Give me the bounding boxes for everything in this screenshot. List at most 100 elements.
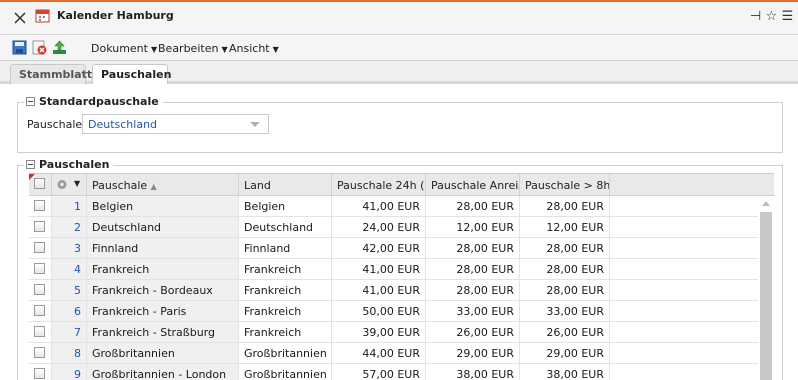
row-pauschale-anreise[interactable]: 26,00 EUR	[426, 322, 520, 342]
row-pauschale-24h[interactable]: 39,00 EUR	[332, 322, 426, 342]
column-header-land[interactable]: Land	[239, 174, 332, 196]
tab-stammblatt[interactable]: Stammblatt	[10, 64, 92, 84]
row-pauschale[interactable]: Großbritannien - London	[87, 364, 239, 380]
star-icon[interactable]: ☆	[765, 9, 778, 25]
column-header-pauschale-24h[interactable]: Pauschale 24h (ab	[332, 174, 426, 196]
row-pauschale-anreise[interactable]: 28,00 EUR	[426, 196, 520, 216]
row-pauschale-8h[interactable]: 26,00 EUR	[520, 322, 610, 342]
column-header-pauschale[interactable]: Pauschale ▲	[87, 174, 239, 196]
row-land[interactable]: Großbritannien	[239, 364, 332, 380]
row-land[interactable]: Großbritannien	[239, 343, 332, 363]
row-number[interactable]: 8	[52, 343, 87, 363]
row-pauschale-8h[interactable]: 28,00 EUR	[520, 280, 610, 300]
row-checkbox[interactable]	[34, 347, 45, 358]
row-pauschale-anreise[interactable]: 38,00 EUR	[426, 364, 520, 380]
upload-icon[interactable]	[52, 40, 67, 55]
scrollbar-thumb[interactable]	[760, 212, 772, 380]
row-pauschale-anreise[interactable]: 28,00 EUR	[426, 280, 520, 300]
row-checkbox[interactable]	[34, 200, 45, 211]
row-pauschale-anreise[interactable]: 28,00 EUR	[426, 259, 520, 279]
menu-icon[interactable]: ☰	[781, 9, 794, 25]
table-row[interactable]: 8 Großbritannien Großbritannien 44,00 EUR 29…	[29, 343, 774, 364]
row-pauschale-8h[interactable]: 28,00 EUR	[520, 196, 610, 216]
row-land[interactable]: Finnland	[239, 238, 332, 258]
menu-bearbeiten[interactable]: Bearbeiten ▼	[158, 42, 228, 55]
row-land[interactable]: Frankreich	[239, 301, 332, 321]
collapse-icon[interactable]	[26, 160, 35, 169]
row-pauschale[interactable]: Großbritannien	[87, 343, 239, 363]
row-pauschale-24h[interactable]: 41,00 EUR	[332, 259, 426, 279]
row-number[interactable]: 7	[52, 322, 87, 342]
row-checkbox[interactable]	[34, 263, 45, 274]
table-row[interactable]: 1 Belgien Belgien 41,00 EUR 28,00 EUR 28,00 E…	[29, 196, 774, 217]
save-icon[interactable]	[12, 40, 27, 55]
row-pauschale-anreise[interactable]: 12,00 EUR	[426, 217, 520, 237]
row-pauschale-8h[interactable]: 33,00 EUR	[520, 301, 610, 321]
row-pauschale[interactable]: Frankreich - Paris	[87, 301, 239, 321]
row-pauschale[interactable]: Frankreich	[87, 259, 239, 279]
row-land[interactable]: Belgien	[239, 196, 332, 216]
collapse-icon[interactable]	[26, 97, 35, 106]
row-land[interactable]: Frankreich	[239, 280, 332, 300]
dropdown-arrow-icon[interactable]	[250, 122, 260, 127]
row-number[interactable]: 2	[52, 217, 87, 237]
gear-icon[interactable]	[56, 178, 70, 191]
table-row[interactable]: 7 Frankreich - Straßburg Frankreich 39,00 E…	[29, 322, 774, 343]
table-row[interactable]: 9 Großbritannien - London Großbritannien 57…	[29, 364, 774, 380]
row-pauschale-24h[interactable]: 57,00 EUR	[332, 364, 426, 380]
row-pauschale-anreise[interactable]: 33,00 EUR	[426, 301, 520, 321]
sort-asc-icon: ▲	[150, 182, 157, 191]
row-pauschale-8h[interactable]: 28,00 EUR	[520, 259, 610, 279]
row-pauschale[interactable]: Frankreich - Straßburg	[87, 322, 239, 342]
column-header-pauschale-8h[interactable]: Pauschale > 8h (ab	[520, 174, 610, 196]
row-number[interactable]: 6	[52, 301, 87, 321]
row-land[interactable]: Deutschland	[239, 217, 332, 237]
row-pauschale[interactable]: Frankreich - Bordeaux	[87, 280, 239, 300]
row-pauschale-8h[interactable]: 29,00 EUR	[520, 343, 610, 363]
table-row[interactable]: 6 Frankreich - Paris Frankreich 50,00 EUR 33…	[29, 301, 774, 322]
row-number[interactable]: 3	[52, 238, 87, 258]
row-pauschale-24h[interactable]: 24,00 EUR	[332, 217, 426, 237]
row-pauschale-anreise[interactable]: 29,00 EUR	[426, 343, 520, 363]
row-pauschale-anreise[interactable]: 28,00 EUR	[426, 238, 520, 258]
delete-icon[interactable]	[32, 40, 47, 55]
table-row[interactable]: 3 Finnland Finnland 42,00 EUR 28,00 EUR 28,00…	[29, 238, 774, 259]
table-row[interactable]: 2 Deutschland Deutschland 24,00 EUR 12,00 EU…	[29, 217, 774, 238]
column-settings-cell[interactable]: ▼	[52, 174, 87, 196]
row-pauschale-8h[interactable]: 28,00 EUR	[520, 238, 610, 258]
pin-icon[interactable]: ⊣	[749, 9, 762, 25]
row-pauschale-24h[interactable]: 41,00 EUR	[332, 280, 426, 300]
row-checkbox[interactable]	[34, 368, 45, 379]
row-checkbox[interactable]	[34, 242, 45, 253]
row-pauschale[interactable]: Belgien	[87, 196, 239, 216]
row-number[interactable]: 5	[52, 280, 87, 300]
row-number[interactable]: 9	[52, 364, 87, 380]
close-icon[interactable]	[12, 10, 28, 26]
pauschale-select[interactable]: Deutschland	[82, 114, 269, 134]
row-checkbox[interactable]	[34, 305, 45, 316]
grid-scrollbar[interactable]	[758, 197, 774, 380]
row-checkbox[interactable]	[34, 284, 45, 295]
row-pauschale-24h[interactable]: 44,00 EUR	[332, 343, 426, 363]
row-checkbox[interactable]	[34, 221, 45, 232]
table-row[interactable]: 4 Frankreich Frankreich 41,00 EUR 28,00 EUR 2…	[29, 259, 774, 280]
row-land[interactable]: Frankreich	[239, 322, 332, 342]
row-number[interactable]: 4	[52, 259, 87, 279]
row-land[interactable]: Frankreich	[239, 259, 332, 279]
row-pauschale-24h[interactable]: 42,00 EUR	[332, 238, 426, 258]
row-pauschale[interactable]: Finnland	[87, 238, 239, 258]
scroll-up-icon[interactable]	[762, 201, 770, 206]
row-pauschale-24h[interactable]: 41,00 EUR	[332, 196, 426, 216]
row-checkbox[interactable]	[34, 326, 45, 337]
row-pauschale-8h[interactable]: 12,00 EUR	[520, 217, 610, 237]
table-row[interactable]: 5 Frankreich - Bordeaux Frankreich 41,00 EU…	[29, 280, 774, 301]
select-all-checkbox[interactable]	[34, 178, 45, 189]
menu-dokument[interactable]: Dokument ▼	[91, 42, 157, 55]
row-pauschale-24h[interactable]: 50,00 EUR	[332, 301, 426, 321]
row-number[interactable]: 1	[52, 196, 87, 216]
row-pauschale[interactable]: Deutschland	[87, 217, 239, 237]
row-pauschale-8h[interactable]: 38,00 EUR	[520, 364, 610, 380]
menu-ansicht[interactable]: Ansicht ▼	[229, 42, 279, 55]
column-header-pauschale-anreise[interactable]: Pauschale Anreise/A	[426, 174, 520, 196]
tab-pauschalen[interactable]: Pauschalen	[92, 64, 171, 84]
